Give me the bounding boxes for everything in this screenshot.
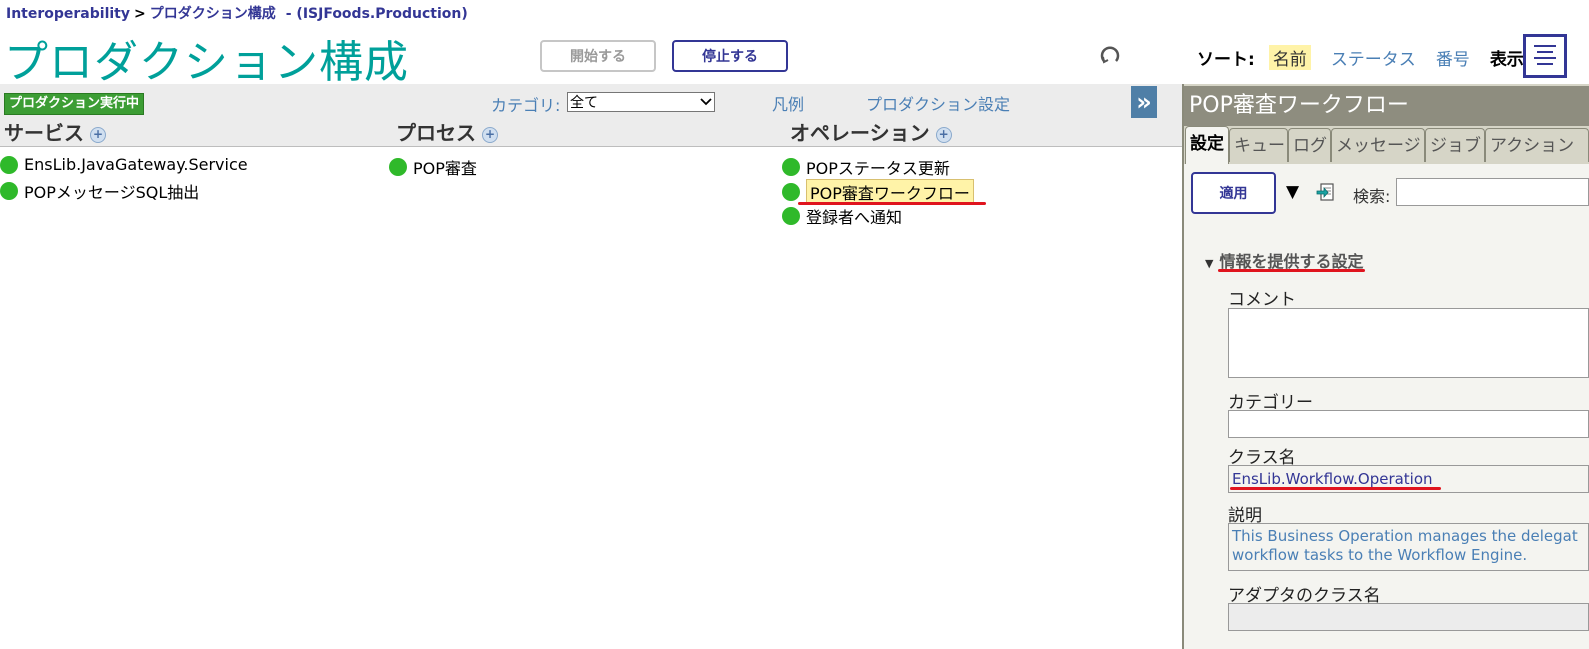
- operations-column-header: オペレーション +: [790, 117, 952, 146]
- page-title: プロダクション構成: [4, 37, 409, 88]
- service-item[interactable]: EnsLib.JavaGateway.Service: [0, 155, 248, 174]
- process-item[interactable]: POP審査: [389, 155, 477, 179]
- service-name: POPメッセージSQL抽出: [24, 183, 200, 202]
- collapse-triangle-icon: ▼: [1205, 257, 1214, 270]
- status-badge: プロダクション実行中: [4, 93, 145, 115]
- status-dot-icon: [782, 183, 800, 201]
- category-filter-label: カテゴリ:: [491, 96, 561, 115]
- panel-title: POP審査ワークフロー: [1184, 86, 1589, 126]
- services-title: サービス: [4, 121, 84, 145]
- service-item[interactable]: POPメッセージSQL抽出: [0, 179, 199, 203]
- description-line: workflow tasks to the Workflow Engine.: [1232, 546, 1528, 564]
- operation-name: POPステータス更新: [806, 159, 950, 178]
- search-input[interactable]: [1396, 178, 1589, 206]
- sort-option-name[interactable]: 名前: [1268, 45, 1311, 70]
- chevron-down-icon: [700, 94, 712, 110]
- tab-queue[interactable]: キュー: [1229, 128, 1288, 162]
- sort-controls: ソート: 名前 ステータス 番号 表示:: [1197, 45, 1545, 70]
- operations-title: オペレーション: [790, 121, 930, 145]
- production-settings-link[interactable]: プロダクション設定: [866, 91, 1010, 115]
- breadcrumb-namespace: - (ISJFoods.Production): [285, 6, 468, 22]
- status-dot-icon: [389, 158, 407, 176]
- category-select[interactable]: 全て: [567, 92, 715, 112]
- processes-column-header: プロセス +: [396, 117, 498, 146]
- tab-settings[interactable]: 設定: [1185, 126, 1229, 164]
- tab-actions[interactable]: アクション: [1485, 128, 1589, 162]
- comment-label: コメント: [1228, 290, 1296, 310]
- category-select-value: 全て: [570, 95, 598, 111]
- process-name: POP審査: [413, 159, 477, 178]
- processes-title: プロセス: [396, 121, 476, 145]
- export-icon[interactable]: [1316, 182, 1336, 202]
- status-dot-icon: [0, 182, 18, 200]
- start-button[interactable]: 開始する: [540, 40, 656, 72]
- sort-option-status[interactable]: ステータス: [1331, 45, 1416, 70]
- legend-link[interactable]: 凡例: [772, 91, 804, 115]
- apply-button[interactable]: 適用: [1191, 172, 1276, 214]
- red-annotation-underline: [1218, 269, 1365, 272]
- operation-item[interactable]: POPステータス更新: [782, 155, 950, 179]
- breadcrumb-page-link[interactable]: プロダクション構成: [150, 6, 276, 22]
- collapse-panel-button[interactable]: »: [1131, 86, 1157, 118]
- category-input[interactable]: [1228, 410, 1589, 438]
- status-dot-icon: [782, 207, 800, 225]
- tab-jobs[interactable]: ジョブ: [1425, 128, 1485, 162]
- operation-item[interactable]: 登録者へ通知: [782, 204, 902, 228]
- status-dot-icon: [0, 155, 18, 174]
- sort-label: ソート:: [1197, 50, 1255, 70]
- tab-log[interactable]: ログ: [1288, 128, 1331, 162]
- add-service-icon[interactable]: +: [90, 126, 106, 143]
- refresh-icon[interactable]: [1098, 44, 1122, 68]
- breadcrumb: Interoperability > プロダクション構成 - (ISJFoods.Pr…: [6, 3, 468, 23]
- services-column-header: サービス +: [4, 117, 106, 146]
- adapter-classname-field: [1228, 603, 1589, 631]
- description-field: This Business Operation manages the dele…: [1228, 523, 1589, 571]
- breadcrumb-separator: >: [134, 6, 146, 22]
- stop-button[interactable]: 停止する: [672, 40, 788, 72]
- service-name: EnsLib.JavaGateway.Service: [24, 155, 248, 174]
- search-label: 検索:: [1353, 187, 1391, 206]
- breadcrumb-root-link[interactable]: Interoperability: [6, 6, 130, 22]
- red-annotation-underline: [1230, 487, 1441, 490]
- operation-name: 登録者へ通知: [806, 208, 903, 227]
- add-operation-icon[interactable]: +: [935, 126, 952, 143]
- description-line: This Business Operation manages the dele…: [1232, 527, 1578, 545]
- tab-messages[interactable]: メッセージ: [1331, 128, 1425, 162]
- expand-triangle-icon[interactable]: ▼: [1286, 182, 1299, 202]
- status-dot-icon: [782, 158, 800, 176]
- list-view-icon[interactable]: [1523, 34, 1567, 78]
- add-process-icon[interactable]: +: [482, 126, 498, 143]
- comment-textarea[interactable]: [1228, 308, 1589, 378]
- sort-option-number[interactable]: 番号: [1436, 45, 1470, 70]
